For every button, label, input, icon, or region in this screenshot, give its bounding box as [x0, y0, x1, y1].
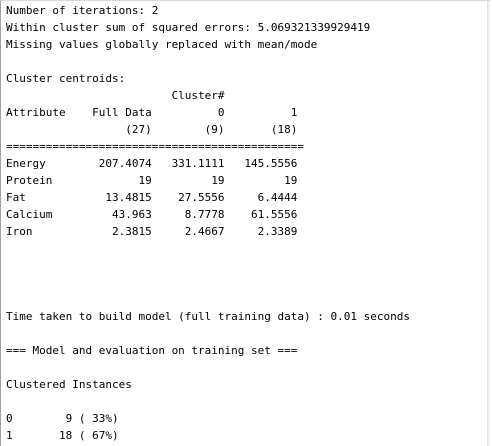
- cluster-centroids-heading: Cluster centroids:: [6, 72, 126, 85]
- table-row-protein: Protein 19 19 19: [6, 174, 298, 187]
- table-row-fat: Fat 13.4815 27.5556 6.4444: [6, 191, 298, 204]
- squared-errors-line: Within cluster sum of squared errors: 5.…: [6, 21, 371, 34]
- scrollbar-edge[interactable]: [487, 1, 490, 446]
- evaluation-heading: === Model and evaluation on training set…: [6, 344, 298, 357]
- iterations-line: Number of iterations: 2: [6, 4, 159, 17]
- clustered-instances-heading: Clustered Instances: [6, 378, 132, 391]
- clusterer-output-panel[interactable]: Number of iterations: 2 Within cluster s…: [0, 0, 490, 446]
- table-row-iron: Iron 2.3815 2.4667 2.3389: [6, 225, 298, 238]
- missing-values-line: Missing values globally replaced with me…: [6, 38, 318, 51]
- instance-count-row: (27) (9) (18): [6, 123, 298, 136]
- table-row-calcium: Calcium 43.963 8.7778 61.5556: [6, 208, 298, 221]
- time-taken-line: Time taken to build model (full training…: [6, 310, 410, 323]
- attribute-header-row: Attribute Full Data 0 1: [6, 106, 298, 119]
- table-divider: ========================================…: [6, 140, 305, 153]
- cluster-1-instances-row: 1 18 ( 67%): [6, 429, 119, 442]
- cluster-0-instances-row: 0 9 ( 33%): [6, 412, 119, 425]
- table-row-energy: Energy 207.4074 331.1111 145.5556: [6, 157, 298, 170]
- cluster-number-header: Cluster#: [6, 89, 225, 102]
